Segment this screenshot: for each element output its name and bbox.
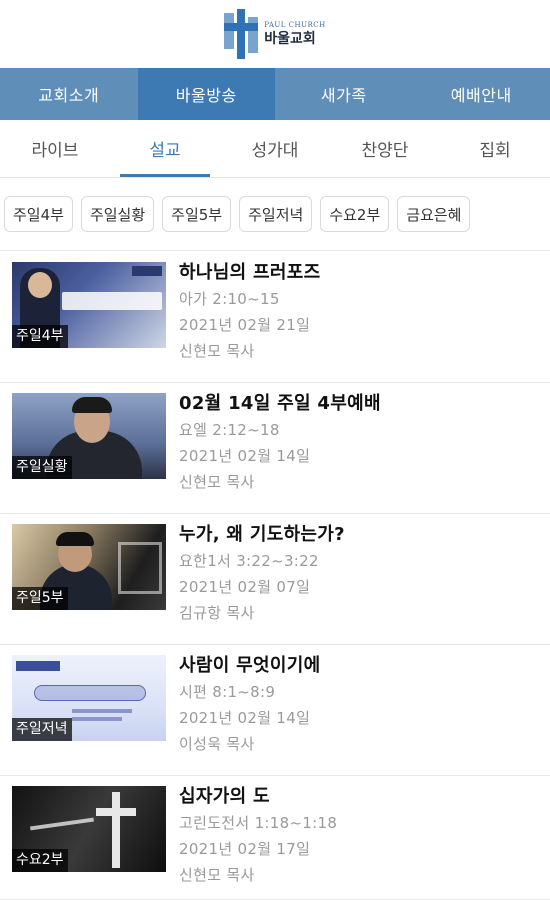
service-tag: 수요2부 [12,849,68,872]
service-filter-bar: 주일4부 주일실황 주일5부 주일저녁 수요2부 금요은혜 [0,192,550,236]
sermon-thumbnail[interactable]: 주일저녁 [12,655,166,741]
main-nav-item-intro[interactable]: 교회소개 [0,68,138,120]
sermon-date: 2021년 02월 14일 [179,447,311,465]
sermon-date: 2021년 02월 17일 [179,840,311,858]
sermon-list: 주일4부 하나님의 프러포즈 아가 2:10~15 2021년 02월 21일 … [0,252,550,900]
sermon-title: 02월 14일 주일 4부예배 [179,393,381,414]
filter-chip[interactable]: 주일4부 [4,196,73,232]
main-nav: 교회소개 바울방송 새가족 예배안내 [0,68,550,120]
sermon-thumbnail[interactable]: 주일5부 [12,524,166,610]
filter-chip[interactable]: 금요은혜 [397,196,471,232]
sermon-pastor: 신현모 목사 [179,342,255,360]
sermon-scripture: 아가 2:10~15 [179,290,280,308]
tab-gathering[interactable]: 집회 [440,120,550,177]
service-tag: 주일5부 [12,587,68,610]
tab-praise-team[interactable]: 찬양단 [330,120,440,177]
sermon-list-item[interactable]: 주일실황 02월 14일 주일 4부예배 요엘 2:12~18 2021년 02… [0,383,550,514]
main-nav-item-broadcast[interactable]: 바울방송 [137,68,275,120]
logo-english-text: PAUL CHURCH [264,21,326,29]
cross-logo-icon [224,9,259,59]
sermon-list-item[interactable]: 주일5부 누가, 왜 기도하는가? 요한1서 3:22~3:22 2021년 0… [0,514,550,645]
logo-korean-text: 바울교회 [264,31,316,47]
main-nav-item-newfamily[interactable]: 새가족 [275,68,413,120]
sermon-date: 2021년 02월 21일 [179,316,311,334]
filter-chip[interactable]: 주일저녁 [239,196,313,232]
sermon-list-item[interactable]: 주일4부 하나님의 프러포즈 아가 2:10~15 2021년 02월 21일 … [0,252,550,383]
tab-sermon[interactable]: 설교 [110,120,220,177]
service-tag: 주일실황 [12,456,72,479]
divider [0,250,550,251]
sermon-date: 2021년 02월 14일 [179,709,311,727]
sermon-pastor: 이성욱 목사 [179,735,255,753]
sermon-pastor: 김규항 목사 [179,604,255,622]
sermon-thumbnail[interactable]: 주일4부 [12,262,166,348]
service-tag: 주일4부 [12,325,68,348]
service-tag: 주일저녁 [12,718,72,741]
sermon-title: 사람이 무엇이기에 [179,655,321,676]
filter-chip[interactable]: 주일5부 [162,196,232,232]
sermon-pastor: 신현모 목사 [179,473,255,491]
sermon-date: 2021년 02월 07일 [179,578,311,596]
sermon-list-item[interactable]: 주일저녁 사람이 무엇이기에 시편 8:1~8:9 2021년 02월 14일 … [0,645,550,776]
sermon-thumbnail[interactable]: 수요2부 [12,786,166,872]
filter-chip[interactable]: 수요2부 [320,196,390,232]
filter-chip[interactable]: 주일실황 [80,196,155,232]
sermon-thumbnail[interactable]: 주일실황 [12,393,166,479]
tab-choir[interactable]: 성가대 [220,120,330,177]
main-nav-item-worship[interactable]: 예배안내 [413,68,550,120]
tab-live[interactable]: 라이브 [0,120,110,177]
church-logo[interactable]: PAUL CHURCH 바울교회 [224,9,326,59]
sermon-scripture: 고린도전서 1:18~1:18 [179,814,338,832]
sermon-scripture: 시편 8:1~8:9 [179,683,276,701]
sermon-title: 하나님의 프러포즈 [179,262,321,283]
sermon-title: 십자가의 도 [179,786,270,807]
sermon-pastor: 신현모 목사 [179,866,255,884]
sermon-scripture: 요엘 2:12~18 [179,421,280,439]
sermon-scripture: 요한1서 3:22~3:22 [179,552,319,570]
app-header: PAUL CHURCH 바울교회 [0,0,550,68]
sermon-title: 누가, 왜 기도하는가? [179,524,345,545]
sub-nav-tabs: 라이브 설교 성가대 찬양단 집회 [0,120,550,178]
sermon-list-item[interactable]: 수요2부 십자가의 도 고린도전서 1:18~1:18 2021년 02월 17… [0,776,550,900]
